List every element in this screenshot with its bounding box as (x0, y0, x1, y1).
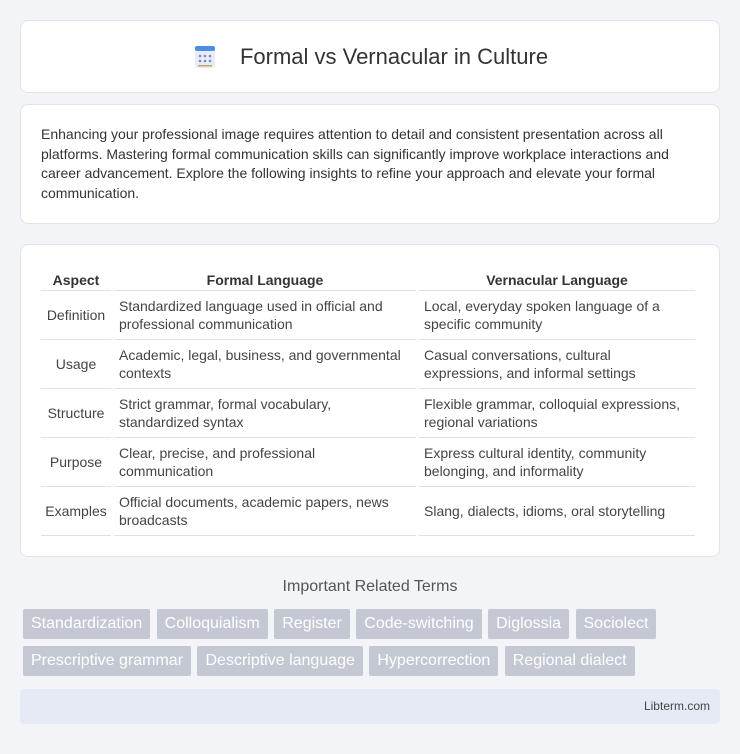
table-row: Examples Official documents, academic pa… (41, 487, 695, 536)
page-title: Formal vs Vernacular in Culture (239, 43, 549, 69)
tag-code-switching[interactable]: Code-switching (356, 609, 482, 639)
footer: Libterm.com (20, 689, 720, 724)
row-aspect: Examples (41, 487, 111, 536)
row-aspect: Definition (41, 291, 111, 340)
intro-card: Enhancing your professional image requir… (20, 104, 720, 224)
row-vernacular: Flexible grammar, colloquial expressions… (419, 389, 695, 438)
row-vernacular: Local, everyday spoken language of a spe… (419, 291, 695, 340)
comparison-table-card: Aspect Formal Language Vernacular Langua… (20, 244, 720, 557)
tag-diglossia[interactable]: Diglossia (488, 609, 570, 639)
tag-register[interactable]: Register (274, 609, 350, 639)
table-row: Purpose Clear, precise, and professional… (41, 438, 695, 487)
row-vernacular: Express cultural identity, community bel… (419, 438, 695, 487)
title-card: Formal vs Vernacular in Culture (20, 20, 720, 93)
related-terms-heading: Important Related Terms (282, 578, 458, 595)
tag-standardization[interactable]: Standardization (23, 609, 151, 639)
table-header-row: Aspect Formal Language Vernacular Langua… (41, 265, 695, 291)
row-aspect: Structure (41, 389, 111, 438)
comparison-table: Aspect Formal Language Vernacular Langua… (38, 265, 698, 536)
row-formal: Academic, legal, business, and governmen… (114, 340, 416, 389)
tag-regional-dialect[interactable]: Regional dialect (504, 646, 635, 676)
intro-text: Enhancing your professional image requir… (41, 126, 669, 201)
table-row: Structure Strict grammar, formal vocabul… (41, 389, 695, 438)
row-aspect: Usage (41, 340, 111, 389)
header-vernacular: Vernacular Language (419, 265, 695, 291)
document-list-icon (194, 45, 215, 68)
table-row: Definition Standardized language used in… (41, 291, 695, 340)
tag-descriptive-language[interactable]: Descriptive language (197, 646, 363, 676)
row-formal: Clear, precise, and professional communi… (114, 438, 416, 487)
row-vernacular: Casual conversations, cultural expressio… (419, 340, 695, 389)
tag-prescriptive-grammar[interactable]: Prescriptive grammar (23, 646, 192, 676)
footer-site-link[interactable]: Libterm.com (644, 699, 710, 713)
row-vernacular: Slang, dialects, idioms, oral storytelli… (419, 487, 695, 536)
tag-sociolect[interactable]: Sociolect (575, 609, 657, 639)
tag-hypercorrection[interactable]: Hypercorrection (369, 646, 499, 676)
header-aspect: Aspect (41, 265, 111, 291)
row-formal: Official documents, academic papers, new… (114, 487, 416, 536)
row-formal: Standardized language used in official a… (114, 291, 416, 340)
row-formal: Strict grammar, formal vocabulary, stand… (114, 389, 416, 438)
header-formal: Formal Language (114, 265, 416, 291)
row-aspect: Purpose (41, 438, 111, 487)
tag-colloquialism[interactable]: Colloquialism (156, 609, 268, 639)
related-terms-tags: Standardization Colloquialism Register C… (23, 609, 723, 683)
table-row: Usage Academic, legal, business, and gov… (41, 340, 695, 389)
